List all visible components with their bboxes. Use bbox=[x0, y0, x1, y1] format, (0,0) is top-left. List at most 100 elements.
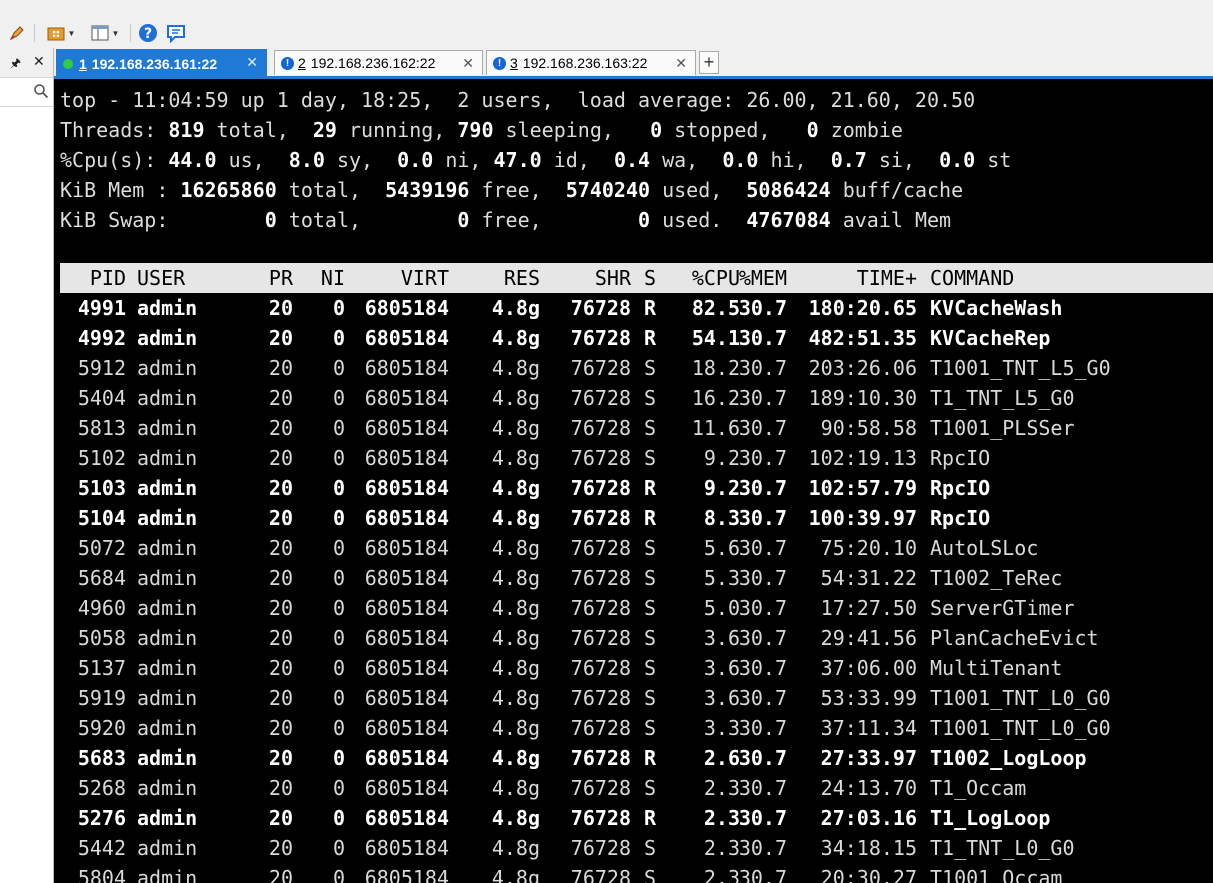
tab-number: 1 bbox=[79, 55, 87, 72]
tab-session-1[interactable]: 1 192.168.236.161:22 ✕ bbox=[56, 49, 267, 77]
cell-cmd: MultiTenant bbox=[930, 656, 1063, 680]
cell-s: R bbox=[644, 746, 657, 770]
pin-icon[interactable]: 🖈 bbox=[10, 54, 21, 75]
cell-ni: 0 bbox=[332, 836, 345, 860]
cell-pid: 4960 bbox=[77, 596, 126, 620]
cell-s: S bbox=[644, 656, 657, 680]
cell-cpu: 2.6 bbox=[703, 746, 740, 770]
cell-user: admin bbox=[137, 446, 198, 470]
cell-pid: 5103 bbox=[77, 476, 126, 500]
cell-ni: 0 bbox=[332, 416, 345, 440]
column-header-mem: %MEM bbox=[738, 266, 787, 290]
toolbar-separator bbox=[130, 24, 131, 42]
cell-cmd: RpcIO bbox=[930, 506, 991, 530]
terminal[interactable]: top - 11:04:59 up 1 day, 18:25, 2 users,… bbox=[54, 79, 1213, 883]
column-header-cmd: COMMAND bbox=[930, 266, 1015, 290]
cell-mem: 30.7 bbox=[738, 326, 787, 350]
close-icon[interactable]: ✕ bbox=[33, 53, 45, 70]
cell-cpu: 5.3 bbox=[703, 566, 740, 590]
panel-search-input[interactable] bbox=[0, 78, 53, 107]
cell-res: 4.8g bbox=[491, 596, 540, 620]
cell-time: 203:26.06 bbox=[808, 356, 917, 380]
cell-ni: 0 bbox=[332, 326, 345, 350]
cell-mem: 30.7 bbox=[738, 716, 787, 740]
cell-virt: 6805184 bbox=[364, 776, 449, 800]
cell-mem: 30.7 bbox=[738, 596, 787, 620]
cell-cpu: 9.2 bbox=[703, 446, 740, 470]
toolbar: ▼ ▼ ? bbox=[0, 0, 1213, 48]
cell-cpu: 18.2 bbox=[691, 356, 740, 380]
panel-header: 🖈 ✕ bbox=[0, 48, 53, 78]
cell-virt: 6805184 bbox=[364, 566, 449, 590]
warning-icon: ! bbox=[493, 56, 506, 70]
cell-virt: 6805184 bbox=[364, 596, 449, 620]
table-row: 5912 admin 20 0 6805184 4.8g 76728 S 18.2 30.7 203… bbox=[60, 353, 1213, 383]
cell-res: 4.8g bbox=[491, 746, 540, 770]
cell-mem: 30.7 bbox=[738, 536, 787, 560]
close-icon[interactable]: ✕ bbox=[675, 55, 687, 72]
help-button[interactable]: ? bbox=[136, 21, 160, 45]
cell-res: 4.8g bbox=[491, 776, 540, 800]
chevron-down-icon: ▼ bbox=[111, 28, 120, 38]
cell-res: 4.8g bbox=[491, 656, 540, 680]
marker-button[interactable] bbox=[6, 22, 28, 44]
cell-shr: 76728 bbox=[570, 536, 631, 560]
cell-time: 20:30.27 bbox=[820, 866, 917, 883]
layout-button[interactable]: ▼ bbox=[86, 22, 124, 44]
tab-session-2[interactable]: ! 2 192.168.236.162:22 ✕ bbox=[274, 50, 483, 75]
cell-pr: 20 bbox=[268, 326, 293, 350]
cell-pid: 5102 bbox=[77, 446, 126, 470]
cell-pid: 5683 bbox=[77, 746, 126, 770]
cell-ni: 0 bbox=[332, 686, 345, 710]
chat-button[interactable] bbox=[164, 21, 188, 45]
cell-cmd: T1_LogLoop bbox=[930, 806, 1051, 830]
cell-shr: 76728 bbox=[570, 776, 631, 800]
cell-res: 4.8g bbox=[491, 566, 540, 590]
cell-pr: 20 bbox=[268, 746, 293, 770]
process-table-columns: PID USER PR NI VIRT RES SHR S %CPU %MEM TIME+ COMMA… bbox=[60, 263, 1213, 293]
column-header-shr: SHR bbox=[594, 266, 631, 290]
cell-ni: 0 bbox=[332, 656, 345, 680]
cell-user: admin bbox=[137, 656, 198, 680]
add-tab-button[interactable]: + bbox=[699, 51, 719, 74]
column-header-virt: VIRT bbox=[400, 266, 449, 290]
cell-res: 4.8g bbox=[491, 686, 540, 710]
cell-pr: 20 bbox=[268, 686, 293, 710]
cell-ni: 0 bbox=[332, 386, 345, 410]
tab-session-3[interactable]: ! 3 192.168.236.163:22 ✕ bbox=[486, 50, 696, 75]
cell-s: R bbox=[644, 326, 657, 350]
cell-cpu: 5.6 bbox=[703, 536, 740, 560]
tab-number: 2 bbox=[298, 55, 306, 71]
warning-icon: ! bbox=[281, 56, 294, 70]
cell-ni: 0 bbox=[332, 776, 345, 800]
table-row: 5684 admin 20 0 6805184 4.8g 76728 S 5.3 30.7 54:3… bbox=[60, 563, 1213, 593]
chevron-down-icon: ▼ bbox=[67, 28, 76, 38]
cell-ni: 0 bbox=[332, 506, 345, 530]
cell-res: 4.8g bbox=[491, 296, 540, 320]
new-session-button[interactable]: ▼ bbox=[42, 22, 80, 44]
cell-user: admin bbox=[137, 356, 198, 380]
close-icon[interactable]: ✕ bbox=[462, 55, 474, 72]
cell-user: admin bbox=[137, 836, 198, 860]
cell-s: S bbox=[644, 386, 657, 410]
cell-cmd: RpcIO bbox=[930, 446, 991, 470]
cell-shr: 76728 bbox=[570, 446, 631, 470]
cell-ni: 0 bbox=[332, 566, 345, 590]
close-icon[interactable]: ✕ bbox=[246, 54, 258, 71]
column-header-time: TIME+ bbox=[856, 266, 917, 290]
tab-label: 192.168.236.162:22 bbox=[310, 55, 436, 71]
cell-user: admin bbox=[137, 866, 198, 883]
cell-pid: 5912 bbox=[77, 356, 126, 380]
cell-ni: 0 bbox=[332, 476, 345, 500]
cell-user: admin bbox=[137, 536, 198, 560]
cell-time: 34:18.15 bbox=[820, 836, 917, 860]
cell-s: R bbox=[644, 806, 657, 830]
cell-virt: 6805184 bbox=[364, 536, 449, 560]
cell-ni: 0 bbox=[332, 866, 345, 883]
cell-pid: 5276 bbox=[77, 806, 126, 830]
cell-user: admin bbox=[137, 416, 198, 440]
cell-ni: 0 bbox=[332, 626, 345, 650]
table-row: 5276 admin 20 0 6805184 4.8g 76728 R 2.3 30.7 27:0… bbox=[60, 803, 1213, 833]
column-header-ni: NI bbox=[320, 266, 345, 290]
cell-shr: 76728 bbox=[570, 416, 631, 440]
